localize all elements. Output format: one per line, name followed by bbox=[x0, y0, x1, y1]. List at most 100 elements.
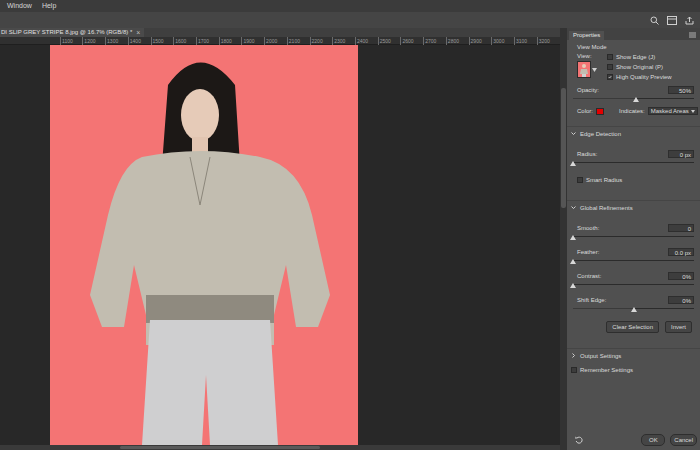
color-swatch[interactable] bbox=[596, 108, 604, 115]
chevron-icon[interactable] bbox=[571, 353, 576, 358]
view-option[interactable]: Show Edge (J) bbox=[607, 53, 672, 61]
ruler-label: 2700 bbox=[423, 37, 436, 45]
spacer bbox=[567, 140, 700, 148]
ok-button[interactable]: OK bbox=[641, 434, 665, 446]
setting-row: Radius: 0 px bbox=[567, 148, 700, 160]
view-picker: View: bbox=[577, 52, 597, 84]
option-label: High Quality Preview bbox=[616, 73, 672, 81]
document-area: DI SLIP GREY STRIPE 8.jpg @ 16.7% (RGB/8… bbox=[0, 28, 560, 450]
menu-item[interactable]: Help bbox=[37, 0, 61, 12]
ruler-label: 2400 bbox=[355, 37, 368, 45]
checkbox-label: Smart Radius bbox=[586, 176, 622, 184]
slider-handle-icon[interactable] bbox=[631, 307, 637, 312]
checkbox[interactable] bbox=[607, 54, 613, 60]
properties-panel: PropertiesView ModeView:Show Edge (J)Sho… bbox=[567, 28, 700, 450]
checkbox[interactable] bbox=[577, 177, 583, 183]
action-button[interactable]: Invert bbox=[665, 321, 692, 333]
workspace-icon[interactable] bbox=[667, 16, 677, 25]
ruler-label: 1100 bbox=[60, 37, 73, 45]
slider-track[interactable] bbox=[573, 96, 694, 102]
value-field[interactable]: 0 bbox=[668, 224, 694, 232]
panel-section: Output Settings bbox=[567, 348, 700, 362]
remember-row[interactable]: Remember Settings bbox=[567, 362, 700, 378]
horizontal-scrollbar[interactable] bbox=[0, 445, 560, 450]
vertical-scrollbar[interactable] bbox=[560, 28, 567, 450]
spacer bbox=[567, 188, 700, 200]
chevron-icon[interactable] bbox=[571, 205, 576, 210]
indicates-group: Indicates: Masked Areas bbox=[619, 107, 694, 115]
setting-label: Opacity: bbox=[577, 86, 599, 94]
panel-menu-icon[interactable] bbox=[689, 32, 696, 38]
slider-track[interactable] bbox=[573, 282, 694, 288]
section-header[interactable]: Global Refinements bbox=[567, 200, 700, 214]
dropdown-arrow-icon[interactable] bbox=[592, 68, 597, 72]
action-button[interactable]: Clear Selection bbox=[606, 321, 659, 333]
setting-row: Shift Edge:0% bbox=[567, 294, 700, 306]
view-label: View: bbox=[577, 52, 592, 60]
section-header[interactable]: Edge Detection bbox=[567, 126, 700, 140]
ruler-label: 3100 bbox=[514, 37, 527, 45]
view-option[interactable]: High Quality Preview bbox=[607, 73, 672, 81]
section-header[interactable]: Output Settings bbox=[567, 348, 700, 362]
dropdown-arrow-icon[interactable] bbox=[691, 110, 695, 113]
indicates-label: Indicates: bbox=[619, 107, 645, 115]
checkbox[interactable] bbox=[607, 74, 613, 80]
reset-icon[interactable] bbox=[575, 436, 583, 444]
chevron-icon[interactable] bbox=[571, 131, 576, 136]
ruler-label: 1400 bbox=[128, 37, 141, 45]
ruler-label: 2600 bbox=[400, 37, 413, 45]
view-thumbnail-icon[interactable] bbox=[577, 61, 591, 78]
slider-track[interactable] bbox=[573, 258, 694, 264]
color-label: Color: bbox=[577, 107, 593, 115]
menu-item[interactable]: Window bbox=[2, 0, 37, 12]
setting-row: Feather:0.0 px bbox=[567, 246, 700, 258]
slider-handle-icon[interactable] bbox=[570, 283, 576, 288]
ruler-label: 1800 bbox=[219, 37, 232, 45]
photo bbox=[50, 45, 358, 445]
slider-handle-icon[interactable] bbox=[570, 161, 576, 166]
panel-section: Global Refinements Smooth:0 Feather:0.0 px… bbox=[567, 200, 700, 348]
value-field[interactable]: 0 px bbox=[668, 150, 694, 158]
indicates-value: Masked Areas bbox=[651, 107, 689, 115]
slider-handle-icon[interactable] bbox=[633, 97, 639, 102]
section-title: Edge Detection bbox=[580, 130, 621, 138]
ruler-label: 3200 bbox=[537, 37, 550, 45]
footer: OK Cancel bbox=[567, 430, 700, 450]
cancel-button[interactable]: Cancel bbox=[670, 434, 697, 446]
setting-row: Smooth:0 bbox=[567, 222, 700, 234]
view-dropdown[interactable] bbox=[577, 61, 597, 78]
value-field[interactable]: 0% bbox=[668, 296, 694, 304]
slider-track[interactable] bbox=[573, 234, 694, 240]
ruler-label: 2100 bbox=[287, 37, 300, 45]
share-icon[interactable] bbox=[685, 16, 694, 25]
ruler-label: 2900 bbox=[469, 37, 482, 45]
slider-handle-icon[interactable] bbox=[570, 259, 576, 264]
slider-line bbox=[573, 284, 694, 285]
setting-row: Contrast:0% bbox=[567, 270, 700, 282]
color-row: Color: Indicates: Masked Areas bbox=[567, 104, 700, 118]
slider-setting: Shift Edge:0% bbox=[567, 294, 700, 318]
search-icon[interactable] bbox=[650, 16, 659, 25]
slider-setting: Contrast:0% bbox=[567, 270, 700, 294]
view-option[interactable]: Show Original (P) bbox=[607, 63, 672, 71]
value-field[interactable]: 0% bbox=[668, 272, 694, 280]
ruler-label: 1300 bbox=[105, 37, 118, 45]
checkbox[interactable] bbox=[607, 64, 613, 70]
button-row: Clear Selection Invert bbox=[567, 318, 700, 336]
indicates-dropdown[interactable]: Masked Areas bbox=[648, 107, 698, 115]
value-field[interactable]: 0.0 px bbox=[668, 248, 694, 256]
setting-label: Radius: bbox=[577, 150, 597, 158]
checkbox[interactable] bbox=[571, 367, 577, 373]
spacer bbox=[567, 378, 700, 430]
checkbox-row[interactable]: Smart Radius bbox=[567, 172, 700, 188]
slider-handle-icon[interactable] bbox=[570, 235, 576, 240]
slider-track[interactable] bbox=[573, 160, 694, 166]
scrollbar-thumb[interactable] bbox=[561, 88, 566, 208]
scrollbar-thumb[interactable] bbox=[120, 446, 320, 449]
value-field[interactable]: 50% bbox=[668, 86, 694, 94]
properties-tab[interactable]: Properties bbox=[569, 31, 604, 40]
slider-setting: Smooth:0 bbox=[567, 222, 700, 246]
slider-track[interactable] bbox=[573, 306, 694, 312]
canvas[interactable] bbox=[0, 45, 560, 445]
option-label: Show Original (P) bbox=[616, 63, 663, 71]
